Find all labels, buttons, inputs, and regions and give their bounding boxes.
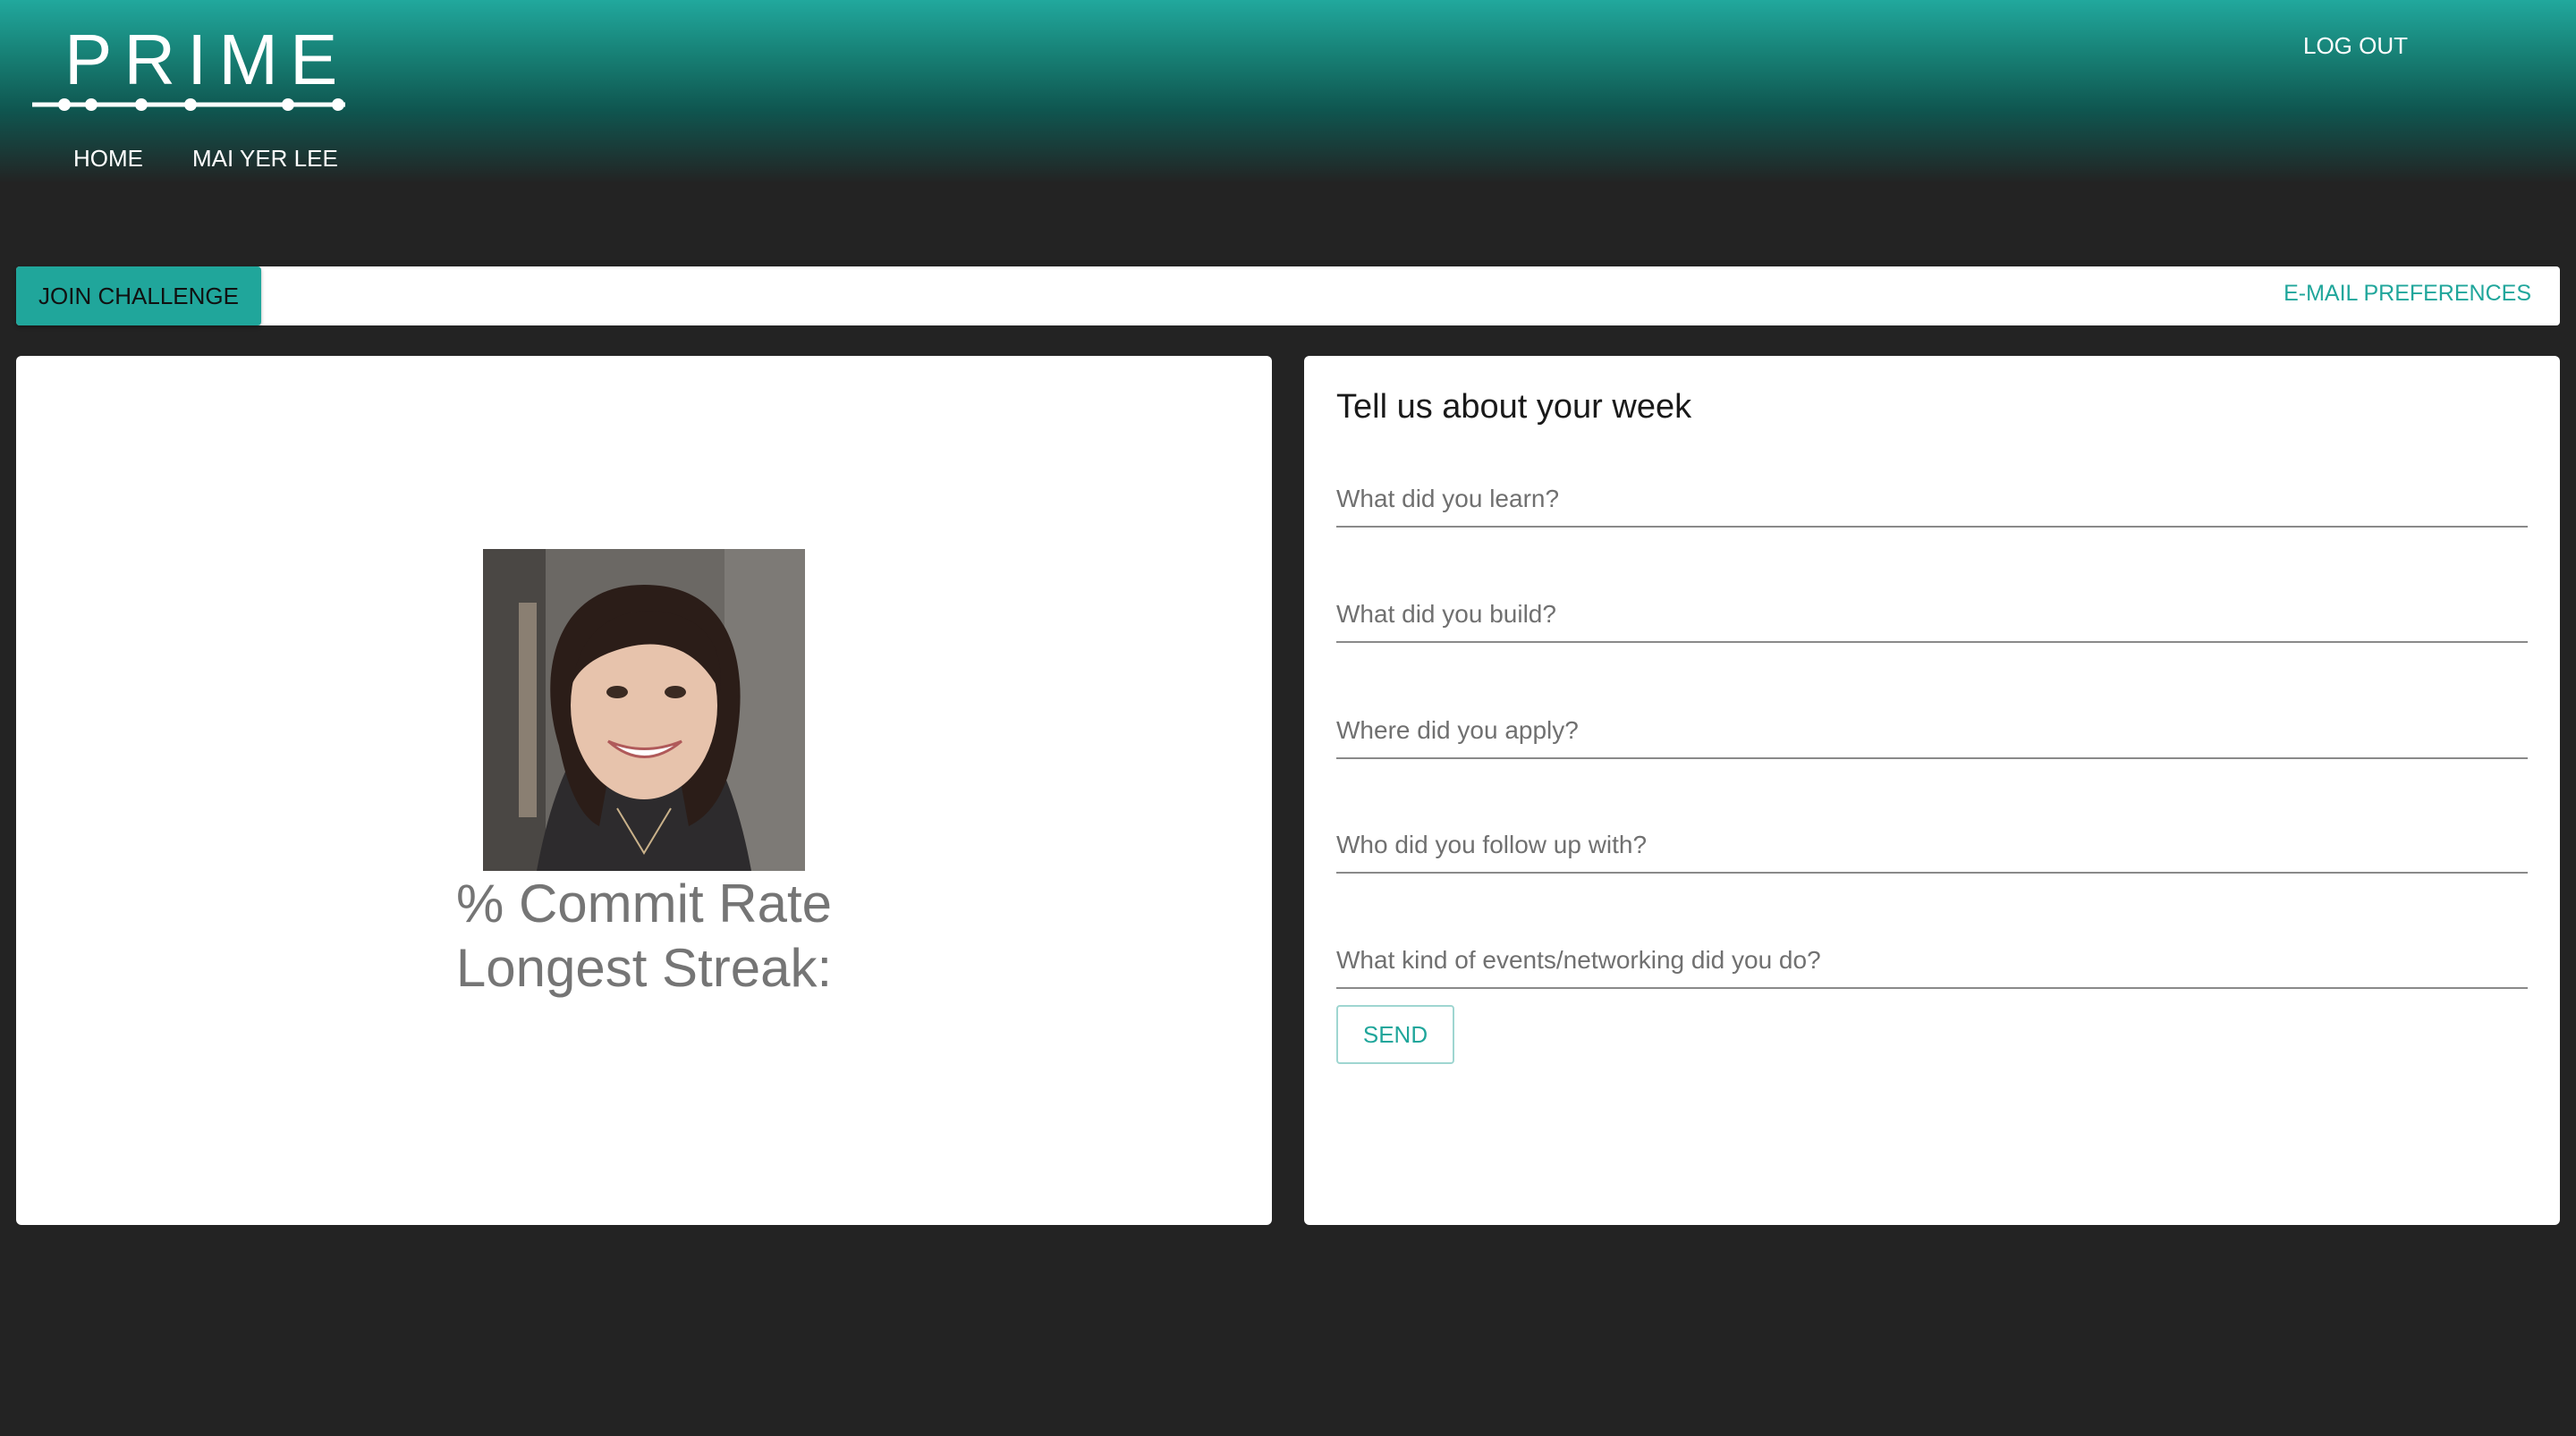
follow-up-field	[1336, 820, 2528, 874]
nav-home-link[interactable]: HOME	[73, 145, 143, 173]
longest-streak-text: Longest Streak:	[455, 938, 833, 998]
learn-field	[1336, 474, 2528, 528]
follow-up-input[interactable]	[1336, 825, 2528, 865]
join-challenge-button[interactable]: JOIN CHALLENGE	[16, 266, 261, 325]
send-button[interactable]: SEND	[1336, 1005, 1454, 1064]
nav-user-link[interactable]: MAI YER LEE	[192, 145, 338, 173]
events-field	[1336, 935, 2528, 989]
weekly-form-card: Tell us about your week SEND	[1304, 356, 2560, 1225]
build-input[interactable]	[1336, 595, 2528, 634]
apply-input[interactable]	[1336, 711, 2528, 750]
avatar	[483, 549, 805, 871]
events-input[interactable]	[1336, 941, 2528, 980]
learn-input[interactable]	[1336, 479, 2528, 519]
email-preferences-link[interactable]: E-MAIL PREFERENCES	[2284, 281, 2531, 307]
prime-logo[interactable]: PRIME	[32, 20, 351, 118]
app-header: PRIME HOME MAI YER LEE LOG OUT	[0, 0, 2576, 183]
build-field	[1336, 589, 2528, 643]
profile-photo-icon	[483, 549, 805, 871]
profile-card: % Commit Rate Longest Streak:	[16, 356, 1272, 1225]
logout-link[interactable]: LOG OUT	[2303, 32, 2408, 60]
apply-field	[1336, 705, 2528, 759]
action-bar: JOIN CHALLENGE E-MAIL PREFERENCES	[16, 266, 2560, 325]
commit-rate-text: % Commit Rate	[455, 874, 833, 933]
form-title: Tell us about your week	[1336, 388, 1692, 426]
logo-timeline-icon	[32, 98, 345, 111]
